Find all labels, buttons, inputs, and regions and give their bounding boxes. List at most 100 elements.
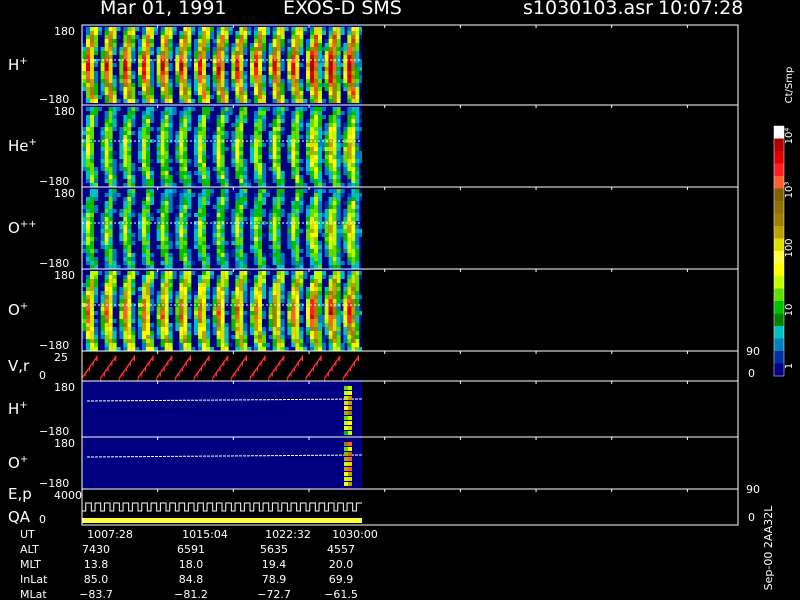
spectrogram-cell	[82, 135, 86, 139]
spectrogram-cell	[212, 233, 217, 237]
spectrogram-cell	[119, 71, 124, 75]
spectrogram-cell	[131, 95, 136, 99]
spectrogram-cell	[324, 209, 329, 213]
spectrogram-cell	[291, 27, 296, 31]
spectrogram-cell	[131, 167, 136, 171]
spectrogram-cell	[235, 249, 240, 253]
spectrogram-cell	[183, 35, 188, 39]
spectrogram-cell	[239, 127, 244, 131]
colorbar-unit-label: Ct/Smp	[784, 67, 795, 104]
spectrogram-cell	[212, 147, 217, 151]
spectrogram-cell	[347, 175, 352, 179]
spectrogram-cell	[332, 335, 337, 339]
spectrogram-cell	[314, 63, 318, 67]
spectrogram-cell	[324, 315, 329, 319]
spectrogram-cell	[108, 71, 113, 75]
spectrogram-cell	[262, 99, 266, 103]
spectrogram-cell	[243, 87, 248, 91]
spectrogram-cell	[183, 175, 188, 179]
spectrogram-cell	[295, 209, 300, 213]
spectrogram-cell	[142, 347, 146, 351]
spectrogram-cell	[336, 99, 341, 103]
y-axis-min-label: 0	[39, 369, 46, 382]
spectrogram-cell	[351, 193, 356, 197]
spectrogram-cell	[254, 83, 258, 87]
spectrogram-cell	[306, 163, 310, 167]
spectrogram-cell	[198, 327, 202, 331]
spectrogram-cell	[164, 327, 169, 331]
spectrogram-cell	[318, 71, 322, 75]
spectrogram-cell	[108, 205, 113, 209]
spectrogram-cell	[310, 151, 314, 155]
charge-superscript: +	[19, 56, 27, 67]
spectrogram-cell	[187, 347, 192, 351]
spectrogram-cell	[310, 275, 314, 279]
spectrogram-cell	[82, 295, 86, 299]
spectrogram-cell	[351, 163, 356, 167]
y-axis-max-label: 180	[54, 105, 75, 118]
spectrogram-cell	[194, 83, 198, 87]
spectrogram-cell	[347, 171, 352, 175]
spectrogram-cell	[343, 291, 348, 295]
spectrogram-cell	[146, 287, 150, 291]
spectrogram-cell	[276, 339, 281, 343]
spectrogram-cell	[123, 75, 128, 79]
spectrogram-cell	[175, 323, 180, 327]
spectrogram-cell	[90, 265, 94, 269]
spectrogram-cell	[328, 319, 333, 323]
spectrogram-cell	[268, 327, 273, 331]
spectrogram-cell	[324, 245, 329, 249]
spectrogram-cell	[351, 35, 356, 39]
spectrogram-cell	[314, 79, 318, 83]
spectrogram-cell	[224, 295, 229, 299]
spectrogram-cell	[322, 189, 326, 193]
spectrogram-cell	[280, 275, 285, 279]
spectrogram-cell	[112, 295, 117, 299]
spectrogram-cell	[127, 193, 132, 197]
spectrogram-cell	[220, 107, 225, 111]
spectrogram-cell	[328, 225, 333, 229]
spectrogram-cell	[179, 319, 184, 323]
no-data-region	[362, 269, 738, 351]
spectrogram-cell	[351, 323, 356, 327]
spectrogram-cell	[104, 257, 109, 261]
spectrogram-cell	[216, 249, 221, 253]
spectrogram-cell	[198, 127, 202, 131]
spectrogram-cell	[82, 143, 86, 147]
spectrogram-cell	[239, 217, 244, 221]
spectrogram-cell	[183, 295, 188, 299]
spectrogram-cell	[86, 197, 90, 201]
spectrogram-cell	[262, 119, 266, 123]
spectrogram-cell	[276, 155, 281, 159]
spectrogram-cell	[224, 271, 229, 275]
spectrogram-cell	[318, 307, 322, 311]
spectrogram-cell	[168, 327, 173, 331]
spectrogram-cell	[239, 183, 244, 187]
spectrogram-cell	[94, 287, 98, 291]
spectrogram-cell	[146, 335, 150, 339]
spectrogram-cell	[86, 179, 90, 183]
spectrogram-cell	[187, 299, 192, 303]
spectrogram-cell	[239, 307, 244, 311]
spectrogram-cell	[179, 229, 184, 233]
spectrogram-cell	[220, 319, 225, 323]
spectrogram-cell	[108, 287, 113, 291]
spectrogram-cell	[310, 323, 314, 327]
spectrogram-cell	[202, 287, 206, 291]
spectrogram-cell	[90, 291, 94, 295]
spectrogram-cell	[262, 75, 266, 79]
spectrogram-cell	[150, 287, 154, 291]
spectrogram-cell	[254, 209, 258, 213]
spectrogram-cell	[235, 127, 240, 131]
spectrogram-cell	[202, 163, 206, 167]
spectrogram-cell	[198, 67, 202, 71]
spectrogram-cell	[351, 311, 356, 315]
spectrogram-cell	[318, 127, 322, 131]
spectrogram-cell	[112, 197, 117, 201]
spectrogram-cell	[108, 39, 113, 43]
qa-flag-bar	[82, 518, 362, 523]
spectrogram-cell	[183, 347, 188, 351]
spectrogram-cell	[276, 43, 281, 47]
spectrogram-cell	[332, 307, 337, 311]
spectrogram-cell	[198, 319, 202, 323]
